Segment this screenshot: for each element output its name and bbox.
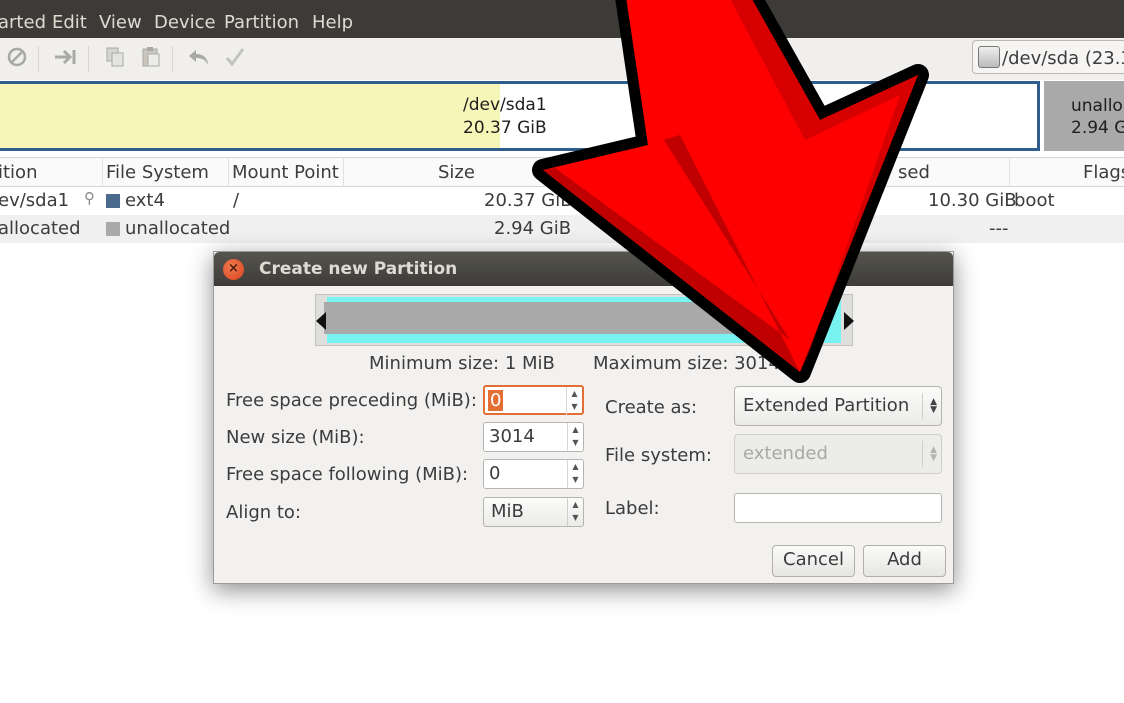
- col-mount-point[interactable]: Mount Point: [232, 162, 339, 183]
- align-to-combo[interactable]: MiB ▲ ▼: [483, 497, 584, 527]
- new-size-value: 3014: [489, 426, 535, 447]
- chevron-updown-icon: ▲ ▼: [930, 445, 937, 463]
- free-following-spinner[interactable]: 0 ▲ ▼: [483, 459, 584, 489]
- col-size[interactable]: Size: [438, 162, 475, 183]
- gparted-window: arted Edit View Device Partition Help /d…: [0, 0, 1124, 703]
- col-file-system[interactable]: File System: [106, 162, 209, 183]
- align-to-label: Align to:: [226, 502, 302, 523]
- menu-view[interactable]: View: [99, 12, 142, 33]
- device-selector[interactable]: /dev/sda (23.3: [972, 40, 1124, 74]
- graph-unalloc-size: 2.94 Gi: [1071, 118, 1124, 138]
- spinner-arrows-icon[interactable]: ▲ ▼: [567, 460, 583, 488]
- new-size-label: New size (MiB):: [226, 427, 365, 448]
- copy-icon[interactable]: [102, 46, 128, 72]
- chevron-updown-icon: ▲ ▼: [930, 397, 937, 415]
- free-preceding-value: 0: [488, 390, 504, 411]
- partition-graph-unallocated[interactable]: [1044, 81, 1124, 151]
- resize-left-handle-icon[interactable]: [316, 312, 326, 330]
- row-used: ---: [989, 218, 1009, 239]
- label-field-label: Label:: [605, 498, 660, 519]
- fs-color-swatch: [106, 194, 120, 208]
- check-icon[interactable]: [222, 46, 248, 72]
- chevron-updown-icon: ▲ ▼: [567, 498, 583, 526]
- toolbar-separator: [38, 46, 39, 72]
- row-size: 2.94 GiB: [494, 218, 572, 239]
- add-button[interactable]: Add: [863, 545, 946, 577]
- resize-right-handle-icon[interactable]: [844, 312, 854, 330]
- minimum-size-label: Minimum size: 1 MiB: [369, 353, 555, 374]
- create-as-combo[interactable]: Extended Partition ▲ ▼: [734, 386, 942, 426]
- undo-icon[interactable]: [186, 46, 212, 72]
- col-partition[interactable]: ition: [0, 162, 37, 183]
- menu-device[interactable]: Device: [154, 12, 216, 33]
- row-mount: /: [233, 190, 240, 211]
- spinner-arrows-icon[interactable]: ▲ ▼: [566, 387, 582, 415]
- row-fs: unallocated: [125, 218, 231, 239]
- device-selector-label: /dev/sda (23.3: [1002, 48, 1124, 69]
- key-icon: ⚲: [84, 189, 95, 207]
- partition-resizer[interactable]: [315, 294, 853, 346]
- table-row[interactable]: ev/sda1 ⚲ ext4 / 20.37 GiB 10.30 GiB boo…: [0, 187, 1124, 215]
- table-row[interactable]: allocated unallocated 2.94 GiB ---: [0, 215, 1124, 243]
- label-input[interactable]: [734, 493, 942, 523]
- used-space-bar: [0, 84, 500, 148]
- dialog-titlebar: × Create new Partition: [214, 252, 953, 286]
- menu-help[interactable]: Help: [312, 12, 353, 33]
- graph-sda1-size: 20.37 GiB: [463, 118, 547, 138]
- col-used[interactable]: sed: [898, 162, 930, 183]
- cancel-button[interactable]: Cancel: [772, 545, 855, 577]
- file-system-label: File system:: [605, 445, 712, 466]
- create-as-value: Extended Partition: [743, 395, 910, 416]
- row-partition: allocated: [0, 218, 81, 239]
- menu-gparted[interactable]: arted: [0, 12, 46, 33]
- toolbar-separator: [88, 46, 89, 72]
- row-partition: ev/sda1: [0, 190, 70, 211]
- delete-icon[interactable]: [4, 46, 30, 72]
- toolbar-separator: [172, 46, 173, 72]
- resizer-partition-block[interactable]: [324, 302, 822, 334]
- table-header: ition File System Mount Point Size sed F…: [0, 157, 1124, 187]
- harddisk-icon: [978, 46, 1000, 68]
- menu-bar: arted Edit View Device Partition Help: [0, 0, 1124, 38]
- free-following-value: 0: [489, 463, 501, 484]
- dialog-title: Create new Partition: [259, 259, 458, 279]
- create-as-label: Create as:: [605, 397, 698, 418]
- free-following-label: Free space following (MiB):: [226, 464, 469, 485]
- partition-graph-sda1[interactable]: [0, 81, 1040, 151]
- maximum-size-label: Maximum size: 3014 M: [593, 353, 802, 374]
- row-flags: boot: [1014, 190, 1055, 211]
- combo-divider: [922, 441, 923, 467]
- close-icon[interactable]: ×: [223, 259, 244, 280]
- create-partition-dialog: × Create new Partition Minimum size: 1 M…: [213, 251, 954, 584]
- fs-color-swatch: [106, 222, 120, 236]
- free-preceding-spinner[interactable]: 0 ▲ ▼: [483, 385, 584, 415]
- toolbar: [0, 38, 1124, 80]
- row-fs: ext4: [125, 190, 165, 211]
- menu-edit[interactable]: Edit: [52, 12, 87, 33]
- file-system-combo: extended ▲ ▼: [734, 434, 942, 474]
- row-used: 10.30 GiB: [928, 190, 1017, 211]
- row-size: 20.37 GiB: [484, 190, 573, 211]
- col-flags[interactable]: Flags: [1083, 162, 1124, 183]
- menu-partition[interactable]: Partition: [224, 12, 299, 33]
- paste-icon[interactable]: [138, 46, 164, 72]
- file-system-value: extended: [743, 443, 828, 464]
- spinner-arrows-icon[interactable]: ▲ ▼: [567, 423, 583, 451]
- new-size-spinner[interactable]: 3014 ▲ ▼: [483, 422, 584, 452]
- free-preceding-label: Free space preceding (MiB):: [226, 390, 477, 411]
- combo-divider: [922, 393, 923, 419]
- graph-unalloc-name: unallo: [1071, 96, 1123, 116]
- graph-sda1-name: /dev/sda1: [463, 95, 547, 115]
- apply-arrow-icon[interactable]: [52, 46, 78, 72]
- align-to-value: MiB: [491, 501, 524, 522]
